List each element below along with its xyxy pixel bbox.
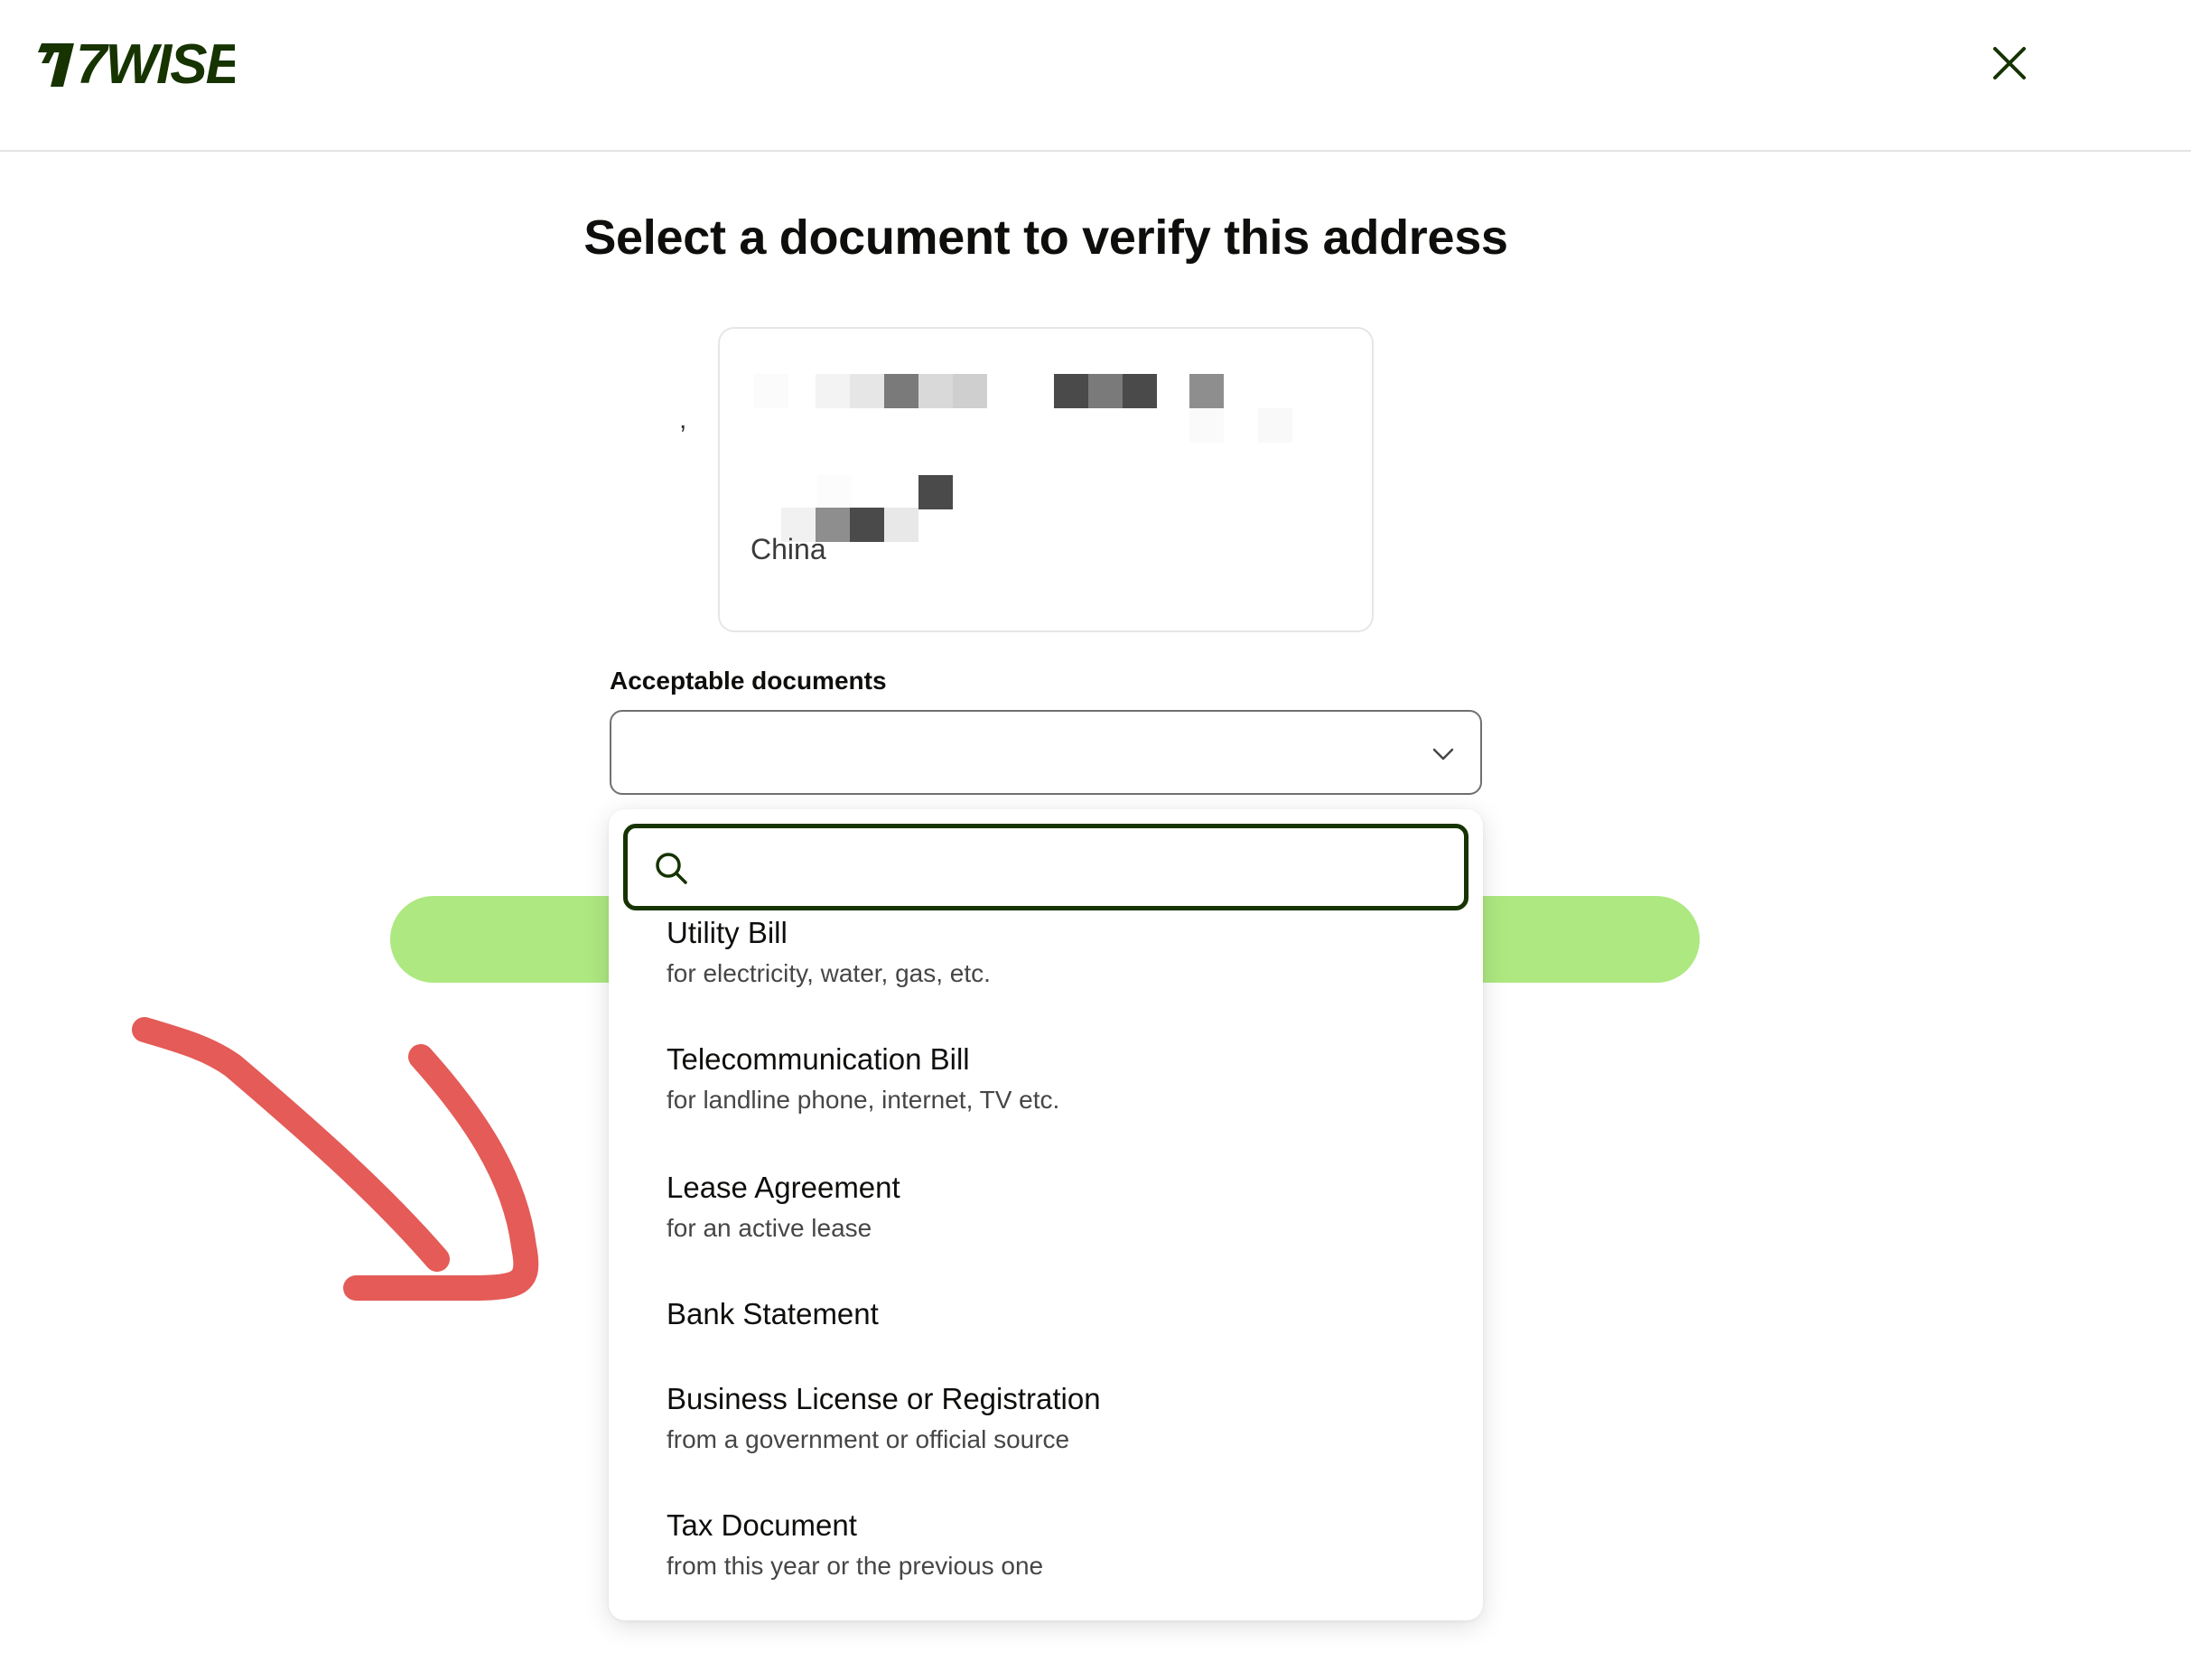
address-comma: , xyxy=(679,405,687,434)
option-tax-document[interactable]: Tax Document from this year or the previ… xyxy=(609,1498,1483,1615)
search-input[interactable] xyxy=(709,839,1450,895)
option-title: Business License or Registration xyxy=(667,1382,1101,1415)
page-title: Select a document to verify this address xyxy=(583,210,1508,265)
option-subtitle: for an active lease xyxy=(667,1214,872,1242)
option-title: Bank Statement xyxy=(667,1297,879,1330)
chevron-down-icon xyxy=(1432,748,1454,761)
documents-select[interactable] xyxy=(610,710,1482,795)
option-title: Lease Agreement xyxy=(667,1171,900,1204)
option-utility-bill[interactable]: Utility Bill for electricity, water, gas… xyxy=(609,909,1483,1026)
option-subtitle: from a government or official source xyxy=(667,1425,1070,1453)
option-subtitle: for landline phone, internet, TV etc. xyxy=(667,1086,1060,1114)
option-bank-statement[interactable]: Bank Statement xyxy=(609,1284,1483,1366)
documents-dropdown: Utility Bill for electricity, water, gas… xyxy=(609,809,1483,1620)
option-lease-agreement[interactable]: Lease Agreement for an active lease xyxy=(609,1160,1483,1277)
dropdown-search xyxy=(623,824,1468,910)
wise-logo-text: 7WISE xyxy=(76,33,235,92)
option-title: Tax Document xyxy=(667,1508,857,1542)
option-subtitle: for electricity, water, gas, etc. xyxy=(667,959,991,987)
option-title: Telecommunication Bill xyxy=(667,1042,970,1076)
option-title: Utility Bill xyxy=(667,916,788,949)
address-country: China xyxy=(751,533,826,565)
option-subtitle: from this year or the previous one xyxy=(667,1552,1044,1580)
option-telecommunication-bill[interactable]: Telecommunication Bill for landline phon… xyxy=(609,1033,1483,1151)
documents-field-label: Acceptable documents xyxy=(610,667,887,695)
option-business-license[interactable]: Business License or Registration from a … xyxy=(609,1371,1483,1489)
address-card: China xyxy=(718,327,1374,632)
search-icon xyxy=(656,853,687,884)
wise-logo[interactable]: 7WISE xyxy=(36,33,235,92)
close-icon xyxy=(1993,47,2026,79)
close-button[interactable] xyxy=(1982,36,2037,90)
top-bar: 7WISE xyxy=(0,0,2191,152)
